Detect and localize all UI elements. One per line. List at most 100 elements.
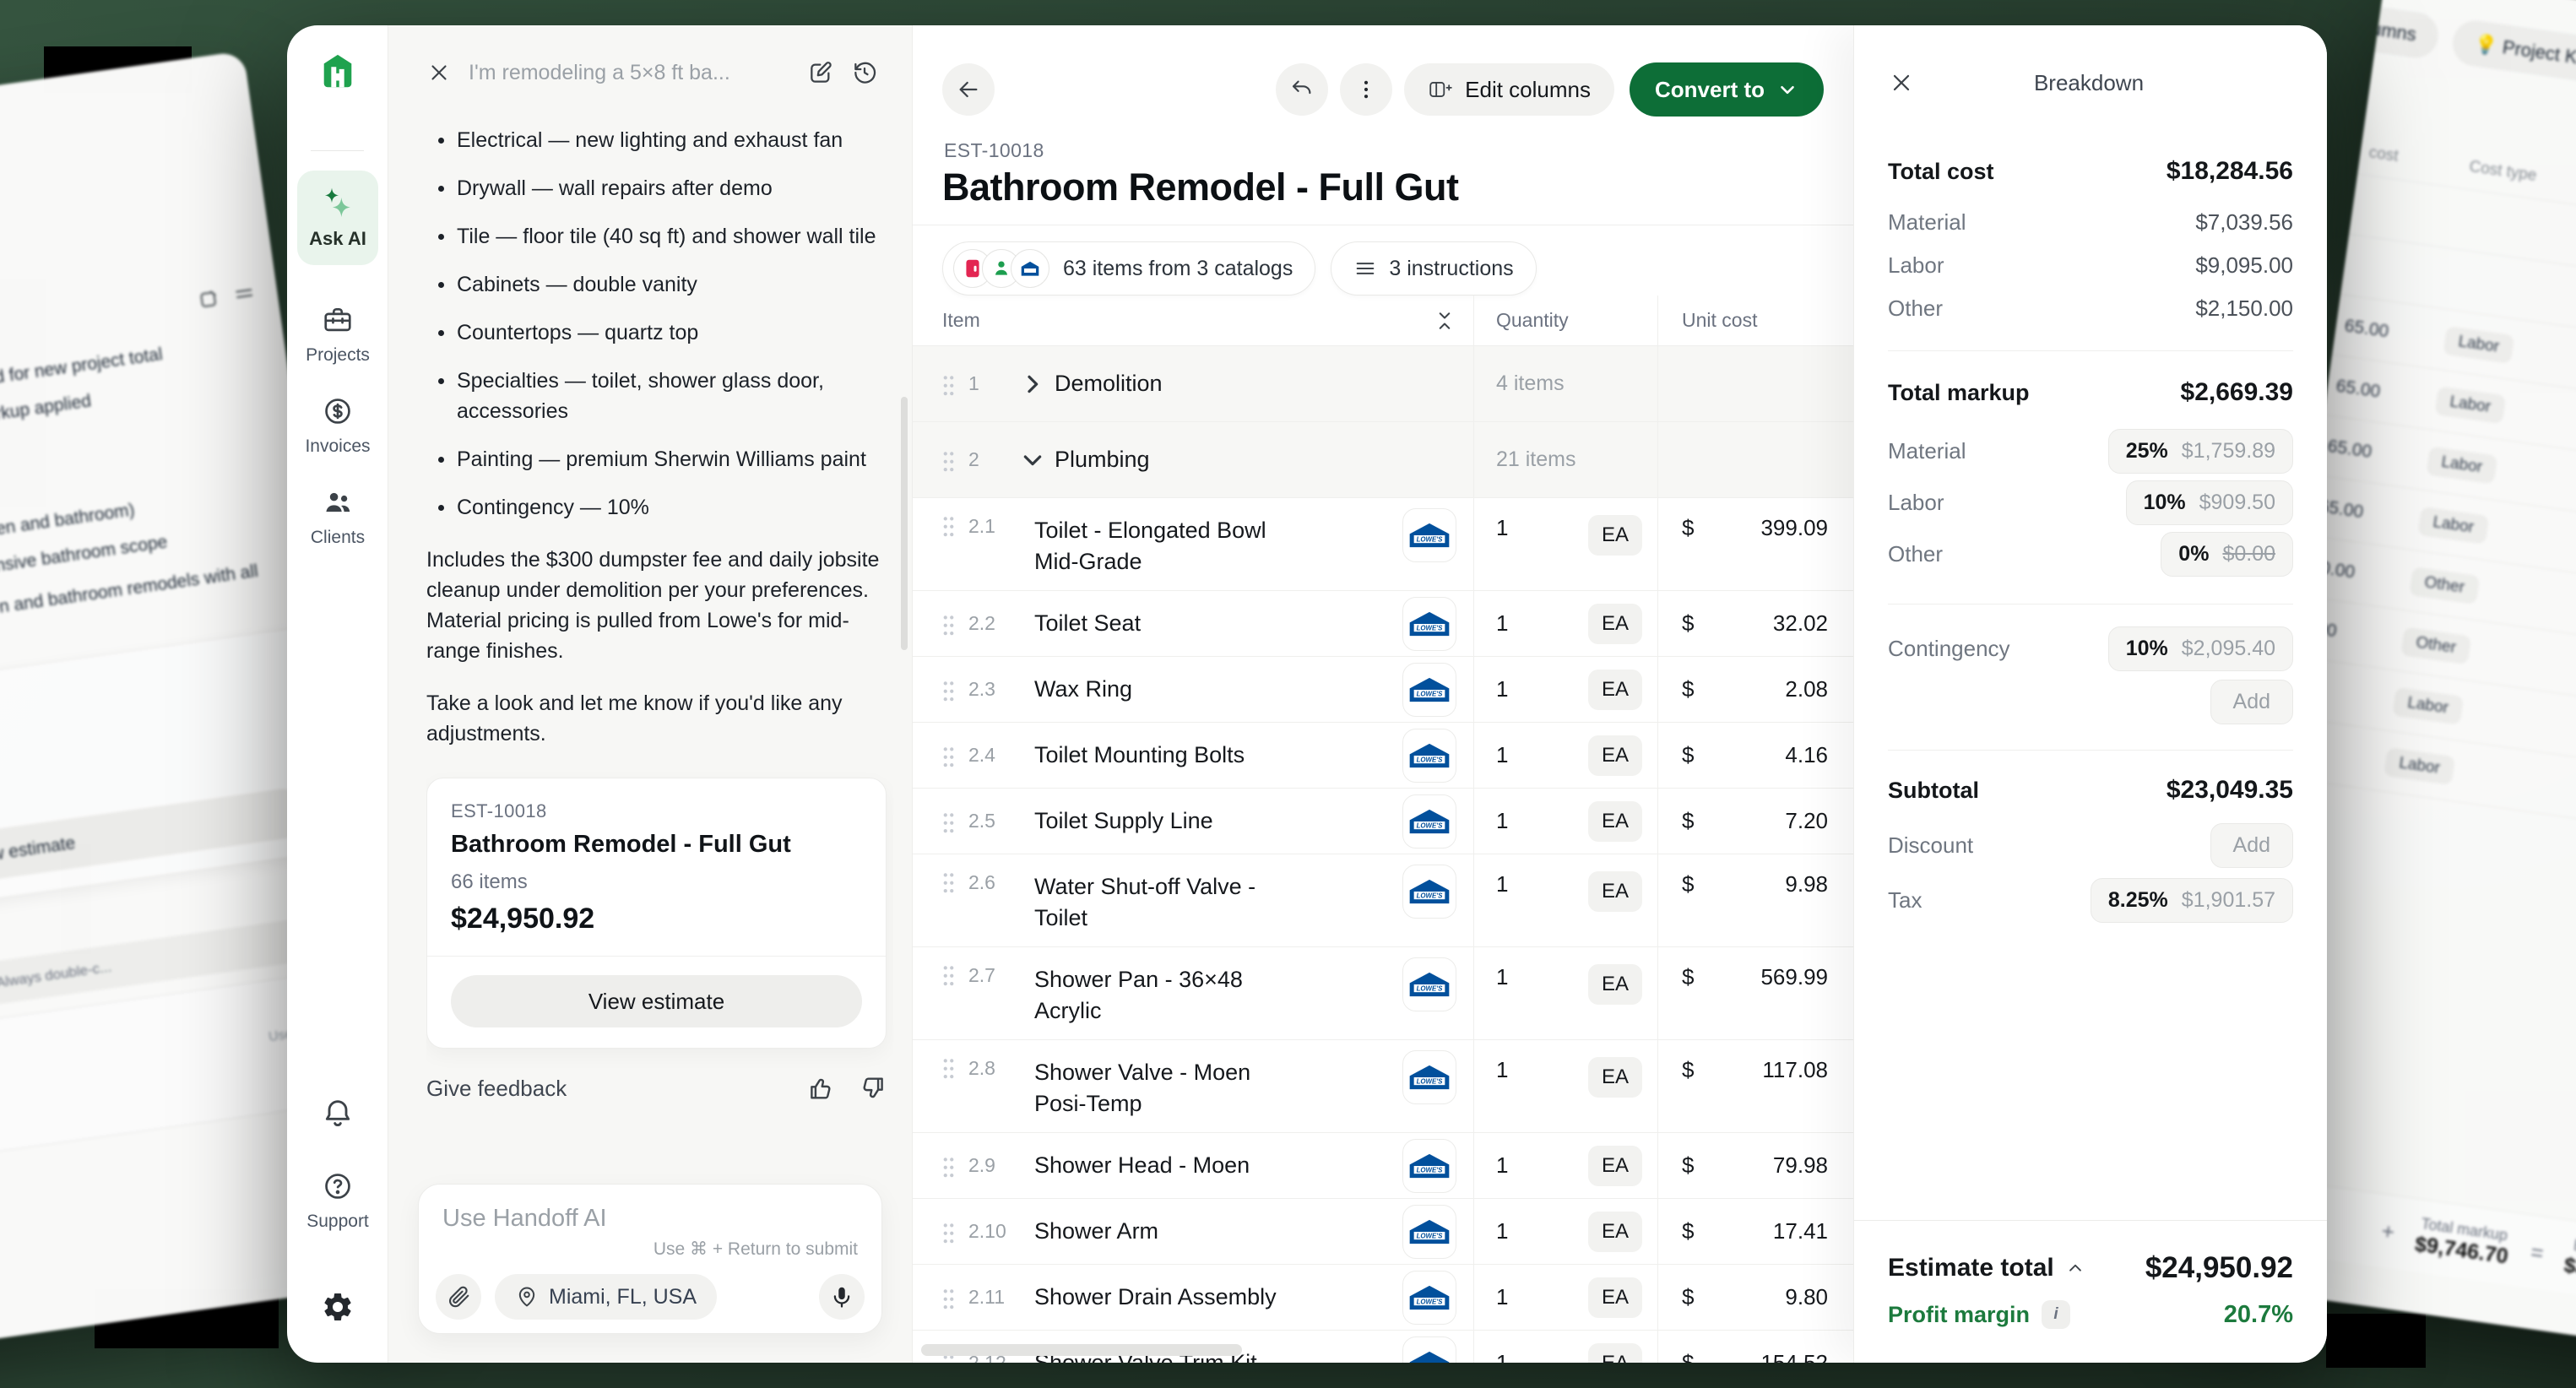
unit-cost-value[interactable]: 117.08 <box>1762 1057 1828 1083</box>
unit-pill[interactable]: EA <box>1588 1343 1642 1364</box>
quantity-value[interactable]: 1 <box>1496 515 1508 541</box>
estimate-item-row[interactable]: 2.6 Water Shut-off Valve - ToiletLOWE'S … <box>913 854 1853 947</box>
estimate-item-row[interactable]: 2.3 Wax RingLOWE'S 1EA $2.08 <box>913 657 1853 723</box>
unit-cost-value[interactable]: 4.16 <box>1785 742 1828 768</box>
catalogs-badge[interactable]: 63 items from 3 catalogs <box>942 241 1315 295</box>
unit-cost-value[interactable]: 9.80 <box>1785 1284 1828 1310</box>
estimate-group-row[interactable]: 2 Plumbing 21 items <box>913 422 1853 498</box>
unit-pill[interactable]: EA <box>1588 1277 1642 1318</box>
thumbs-down-icon[interactable] <box>858 1074 887 1103</box>
drag-handle-icon[interactable] <box>942 746 955 766</box>
unit-cost-value[interactable]: 9.98 <box>1785 871 1828 897</box>
other-markup-pill[interactable]: 0%$0.00 <box>2161 532 2293 577</box>
quantity-value[interactable]: 1 <box>1496 676 1508 702</box>
chat-input[interactable] <box>441 1203 692 1240</box>
unit-pill[interactable]: EA <box>1588 1057 1642 1098</box>
estimate-item-row[interactable]: 2.8 Shower Valve - Moen Posi-TempLOWE'S … <box>913 1040 1853 1133</box>
give-feedback-label[interactable]: Give feedback <box>426 1076 785 1102</box>
drag-handle-icon[interactable] <box>942 374 955 394</box>
notifications-bell-icon[interactable] <box>287 1096 388 1134</box>
drag-handle-icon[interactable] <box>942 1222 955 1242</box>
more-options-button[interactable] <box>1340 63 1392 116</box>
unit-pill[interactable]: EA <box>1588 964 1642 1005</box>
unit-pill[interactable]: EA <box>1588 515 1642 556</box>
quantity-value[interactable]: 1 <box>1496 964 1508 990</box>
info-icon[interactable]: i <box>2042 1300 2070 1329</box>
close-chat-icon[interactable] <box>426 60 452 85</box>
estimate-item-row[interactable]: 2.1 Toilet - Elongated Bowl Mid-GradeLOW… <box>913 498 1853 591</box>
add-markup-button[interactable]: Add <box>2210 680 2293 724</box>
estimate-item-row[interactable]: 2.4 Toilet Mounting BoltsLOWE'S 1EA $4.1… <box>913 723 1853 789</box>
quantity-value[interactable]: 1 <box>1496 1350 1508 1363</box>
sidebar-item-ask-ai[interactable]: Ask AI <box>297 171 378 265</box>
estimate-item-row[interactable]: 2.2 Toilet SeatLOWE'S 1EA $32.02 <box>913 591 1853 657</box>
instructions-badge[interactable]: 3 instructions <box>1331 241 1536 295</box>
quantity-value[interactable]: 1 <box>1496 1152 1508 1179</box>
chevron-down-icon[interactable] <box>1019 447 1046 474</box>
sidebar-item-projects[interactable]: Projects <box>287 304 388 366</box>
location-pill[interactable]: Miami, FL, USA <box>495 1274 717 1320</box>
contingency-pill[interactable]: 10%$2,095.40 <box>2108 626 2293 671</box>
add-discount-button[interactable]: Add <box>2210 823 2293 868</box>
edit-columns-button[interactable]: Edit columns <box>1404 63 1614 116</box>
convert-to-button[interactable]: Convert to <box>1630 62 1824 117</box>
unit-pill[interactable]: EA <box>1588 801 1642 842</box>
estimate-item-row[interactable]: 2.5 Toilet Supply LineLOWE'S 1EA $7.20 <box>913 789 1853 854</box>
unit-cost-value[interactable]: 17.41 <box>1773 1218 1828 1244</box>
drag-handle-icon[interactable] <box>942 614 955 634</box>
unit-cost-value[interactable]: 2.08 <box>1785 676 1828 702</box>
unit-cost-value[interactable]: 32.02 <box>1773 610 1828 637</box>
settings-gear-icon[interactable] <box>287 1290 388 1328</box>
labor-markup-pill[interactable]: 10%$909.50 <box>2126 480 2293 525</box>
estimate-item-row[interactable]: 2.11 Shower Drain AssemblyLOWE'S 1EA $9.… <box>913 1265 1853 1331</box>
tax-pill[interactable]: 8.25%$1,901.57 <box>2091 878 2293 923</box>
estimate-item-row[interactable]: 2.9 Shower Head - MoenLOWE'S 1EA $79.98 <box>913 1133 1853 1199</box>
quantity-value[interactable]: 1 <box>1496 871 1508 897</box>
unit-cost-value[interactable]: 399.09 <box>1760 515 1828 541</box>
drag-handle-icon[interactable] <box>942 680 955 700</box>
drag-handle-icon[interactable] <box>942 450 955 470</box>
thumbs-up-icon[interactable] <box>807 1074 836 1103</box>
unit-cost-value[interactable]: 569.99 <box>1760 964 1828 990</box>
quantity-value[interactable]: 1 <box>1496 1218 1508 1244</box>
horizontal-scrollbar[interactable] <box>921 1344 1242 1356</box>
drag-handle-icon[interactable] <box>942 1288 955 1308</box>
quantity-value[interactable]: 1 <box>1496 1057 1508 1083</box>
estimate-group-row[interactable]: 1 Demolition 4 items <box>913 346 1853 422</box>
chat-scrollbar[interactable] <box>901 397 908 650</box>
drag-handle-icon[interactable] <box>942 1156 955 1176</box>
unit-pill[interactable]: EA <box>1588 670 1642 710</box>
collapse-all-icon[interactable] <box>1433 309 1456 333</box>
sidebar-item-clients[interactable]: Clients <box>287 486 388 548</box>
back-button[interactable] <box>942 63 995 116</box>
quantity-value[interactable]: 1 <box>1496 1284 1508 1310</box>
microphone-button[interactable] <box>819 1274 865 1320</box>
chevron-right-icon[interactable] <box>1019 371 1046 398</box>
unit-pill[interactable]: EA <box>1588 735 1642 776</box>
quantity-value[interactable]: 1 <box>1496 610 1508 637</box>
unit-cost-value[interactable]: 79.98 <box>1773 1152 1828 1179</box>
unit-pill[interactable]: EA <box>1588 871 1642 912</box>
unit-pill[interactable]: EA <box>1588 1212 1642 1252</box>
unit-cost-value[interactable]: 7.20 <box>1785 808 1828 834</box>
material-markup-pill[interactable]: 25%$1,759.89 <box>2108 429 2293 474</box>
unit-cost-value[interactable]: 154.52 <box>1760 1350 1828 1363</box>
close-breakdown-icon[interactable] <box>1888 69 1915 96</box>
sidebar-item-support[interactable]: Support <box>287 1170 388 1232</box>
new-chat-icon[interactable] <box>807 59 834 86</box>
history-icon[interactable] <box>851 59 878 86</box>
attach-file-button[interactable] <box>436 1274 481 1320</box>
estimate-item-row[interactable]: 2.10 Shower ArmLOWE'S 1EA $17.41 <box>913 1199 1853 1265</box>
estimate-item-row[interactable]: 2.7 Shower Pan - 36×48 AcrylicLOWE'S 1EA… <box>913 947 1853 1040</box>
unit-pill[interactable]: EA <box>1588 1146 1642 1186</box>
handoff-logo-icon[interactable] <box>318 52 357 91</box>
drag-handle-icon[interactable] <box>942 964 955 984</box>
undo-button[interactable] <box>1276 63 1328 116</box>
quantity-value[interactable]: 1 <box>1496 742 1508 768</box>
sidebar-item-invoices[interactable]: Invoices <box>287 395 388 457</box>
collapse-totals-icon[interactable] <box>2064 1257 2086 1279</box>
drag-handle-icon[interactable] <box>942 1057 955 1077</box>
quantity-value[interactable]: 1 <box>1496 808 1508 834</box>
drag-handle-icon[interactable] <box>942 871 955 892</box>
view-estimate-button[interactable]: View estimate <box>451 975 862 1027</box>
